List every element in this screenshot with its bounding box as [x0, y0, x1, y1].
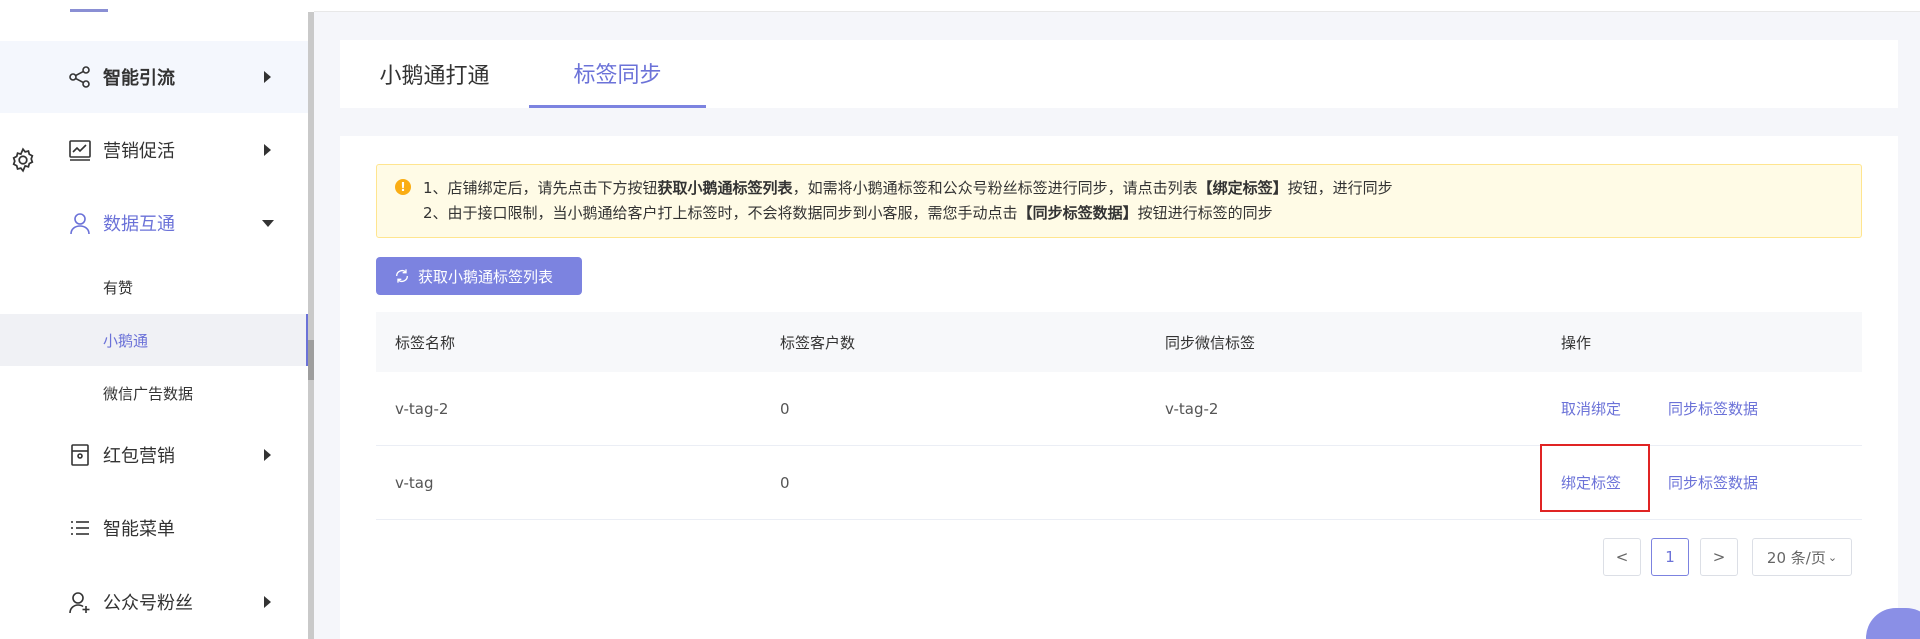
gear-icon[interactable]	[10, 147, 36, 173]
top-bar	[314, 0, 1920, 12]
header-actions: 操作	[1561, 333, 1592, 352]
sidebar-subitem-label: 小鹅通	[103, 331, 149, 350]
header-customer-count: 标签客户数	[780, 333, 856, 352]
main-panel: ! 1、店铺绑定后，请先点击下方按钮获取小鹅通标签列表，如需将小鹅通标签和公众号…	[340, 136, 1898, 639]
sidebar-subitem-youzan[interactable]: 有赞	[0, 261, 308, 313]
sidebar-subitem-label: 有赞	[103, 278, 134, 297]
page-size-value: 20 条/页	[1766, 548, 1826, 567]
sidebar-subitem-xiaoetong[interactable]: 小鹅通	[0, 314, 308, 366]
cell-wechat-tag: v-tag-2	[1165, 399, 1219, 418]
fetch-tag-list-button[interactable]: 获取小鹅通标签列表	[376, 257, 582, 295]
tag-table: 标签名称 标签客户数 同步微信标签 操作 v-tag-2 0 v-tag-2 取…	[376, 312, 1862, 520]
unbind-link[interactable]: 取消绑定	[1561, 398, 1621, 419]
sidebar-item-red-packet[interactable]: 红包营销	[0, 419, 308, 491]
gift-box-icon	[71, 444, 89, 466]
tab-bar: 小鹅通打通 标签同步	[340, 40, 1898, 108]
caret-right-icon	[264, 449, 271, 461]
table-row: v-tag-2 0 v-tag-2 取消绑定 同步标签数据	[376, 372, 1862, 446]
caret-down-icon	[262, 219, 274, 227]
sidebar-item-label: 数据互通	[103, 214, 175, 235]
cell-tag-name: v-tag-2	[395, 399, 449, 418]
fetch-tag-list-label: 获取小鹅通标签列表	[418, 267, 554, 286]
sidebar-item-data-sync[interactable]: 数据互通	[0, 187, 308, 259]
sidebar-subitem-wechat-ads[interactable]: 微信广告数据	[0, 367, 308, 419]
sidebar-item-label: 公众号粉丝	[103, 593, 193, 614]
sidebar: 智能引流 营销促活 数据互通 有赞 小鹅通 微信广告数据 红包营销 智能菜单 公…	[0, 0, 314, 639]
sidebar-item-fans[interactable]: 公众号粉丝	[0, 566, 308, 638]
caret-right-icon	[264, 144, 271, 156]
caret-right-icon	[264, 71, 271, 83]
list-icon	[71, 521, 89, 535]
sidebar-item-smart-traffic[interactable]: 智能引流	[0, 41, 308, 113]
highlight-box	[1540, 444, 1650, 512]
user-plus-icon	[69, 592, 90, 614]
sidebar-item-smart-menu[interactable]: 智能菜单	[0, 492, 308, 564]
sidebar-item-label: 智能菜单	[103, 519, 175, 540]
cell-customer-count: 0	[780, 399, 790, 418]
pagination-prev-button[interactable]: <	[1603, 538, 1641, 576]
sidebar-item-marketing[interactable]: 营销促活	[0, 114, 308, 186]
user-icon	[70, 213, 90, 235]
page-size-select[interactable]: 20 条/页 ⌄	[1752, 538, 1852, 576]
caret-right-icon	[264, 596, 271, 608]
share-icon	[69, 66, 90, 88]
sidebar-subitem-label: 微信广告数据	[103, 384, 194, 403]
header-tag-name: 标签名称	[395, 333, 456, 352]
sidebar-item-label: 智能引流	[103, 68, 175, 89]
sidebar-scrollbar[interactable]	[308, 12, 314, 639]
notice-banner: ! 1、店铺绑定后，请先点击下方按钮获取小鹅通标签列表，如需将小鹅通标签和公众号…	[376, 164, 1862, 238]
cell-customer-count: 0	[780, 473, 790, 492]
sidebar-scrollbar-thumb[interactable]	[308, 340, 314, 380]
table-row: v-tag 0 绑定标签 同步标签数据	[376, 444, 1862, 520]
tab-xiaoetong-connect[interactable]: 小鹅通打通	[340, 40, 529, 108]
sidebar-item-label: 红包营销	[103, 446, 175, 467]
sidebar-top-indicator	[70, 0, 108, 12]
notice-line-1: 1、店铺绑定后，请先点击下方按钮获取小鹅通标签列表，如需将小鹅通标签和公众号粉丝…	[423, 179, 1393, 197]
pagination-next-button[interactable]: >	[1700, 538, 1738, 576]
chart-icon	[69, 140, 91, 161]
sync-tag-data-link[interactable]: 同步标签数据	[1668, 398, 1758, 419]
tab-tag-sync[interactable]: 标签同步	[529, 40, 706, 108]
sidebar-item-label: 营销促活	[103, 141, 175, 162]
header-wechat-tag: 同步微信标签	[1165, 333, 1256, 352]
pagination-page-1[interactable]: 1	[1651, 538, 1689, 576]
notice-line-2: 2、由于接口限制，当小鹅通给客户打上标签时，不会将数据同步到小客服，需您手动点击…	[423, 204, 1273, 222]
warning-icon: !	[395, 179, 411, 195]
table-header: 标签名称 标签客户数 同步微信标签 操作	[376, 312, 1862, 372]
sync-tag-data-link[interactable]: 同步标签数据	[1668, 472, 1758, 493]
sync-icon	[396, 269, 408, 283]
cell-tag-name: v-tag	[395, 473, 434, 492]
chevron-down-icon: ⌄	[1827, 550, 1838, 564]
